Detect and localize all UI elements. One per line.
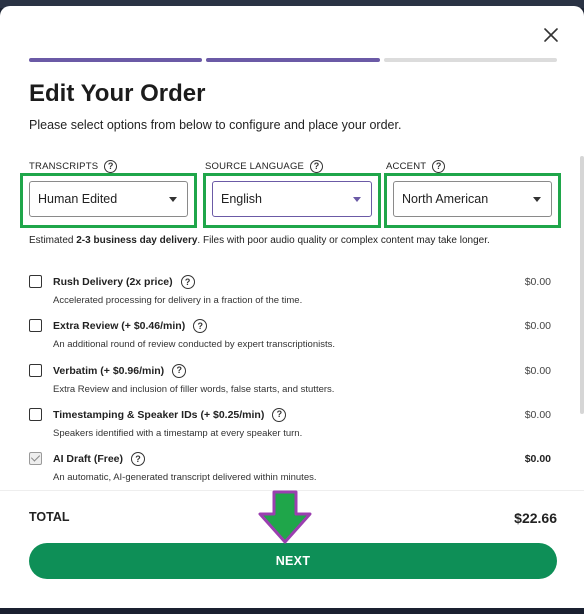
source-language-label: SOURCE LANGUAGE ?: [205, 160, 324, 173]
option-name: Verbatim (+ $0.96/min): [53, 364, 165, 377]
total-value: $22.66: [514, 510, 557, 526]
option-description: Extra Review and inclusion of filler wor…: [53, 383, 335, 395]
option-price: $0.00: [524, 408, 551, 421]
option-rush-delivery: Rush Delivery (2x price) ? Accelerated p…: [29, 268, 551, 312]
ai-draft-checkbox[interactable]: [29, 452, 42, 466]
help-icon[interactable]: ?: [172, 363, 187, 378]
option-name: AI Draft (Free): [53, 453, 124, 466]
option-price: $0.00: [524, 320, 551, 333]
option-extra-review: Extra Review (+ $0.46/min) ? An addition…: [29, 312, 551, 356]
option-price: $0.00: [524, 364, 551, 377]
accent-label: ACCENT ?: [386, 160, 446, 173]
verbatim-checkbox[interactable]: [29, 363, 42, 377]
rush-delivery-checkbox[interactable]: [29, 275, 42, 288]
option-description: An additional round of review conducted …: [53, 339, 335, 351]
chevron-down-icon: [353, 197, 361, 202]
option-timestamping: Timestamping & Speaker IDs (+ $0.25/min)…: [29, 401, 551, 445]
help-icon[interactable]: ?: [193, 319, 208, 334]
option-price: $0.00: [524, 453, 551, 466]
accent-highlight: North American: [384, 173, 561, 228]
option-description: Accelerated processing for delivery in a…: [53, 295, 303, 306]
help-icon[interactable]: ?: [104, 160, 118, 173]
accent-select[interactable]: North American: [393, 181, 552, 217]
option-ai-draft: AI Draft (Free) ? An automatic, AI-gener…: [29, 445, 551, 489]
progress-step-3: [383, 58, 557, 62]
background-bottom-strip: [0, 608, 584, 614]
option-verbatim: Verbatim (+ $0.96/min) ? Extra Review an…: [29, 357, 551, 401]
down-arrow-annotation-icon: [258, 490, 312, 544]
progress-step-1: [29, 58, 203, 62]
option-price: $0.00: [524, 276, 551, 288]
extra-review-checkbox[interactable]: [29, 319, 42, 333]
total-label: TOTAL: [29, 510, 70, 524]
help-icon[interactable]: ?: [131, 452, 146, 467]
close-button[interactable]: [542, 26, 560, 44]
help-icon[interactable]: ?: [310, 160, 324, 173]
next-button[interactable]: NEXT: [29, 543, 557, 579]
progress-step-2: [206, 58, 380, 62]
modal-subtitle: Please select options from below to conf…: [29, 118, 402, 132]
source-language-select[interactable]: English: [212, 181, 372, 217]
option-description: Speakers identified with a timestamp at …: [53, 427, 303, 439]
transcripts-highlight: Human Edited: [20, 173, 197, 228]
transcripts-select[interactable]: Human Edited: [29, 181, 188, 217]
option-name: Extra Review (+ $0.46/min): [53, 320, 186, 333]
help-icon[interactable]: ?: [180, 275, 195, 289]
help-icon[interactable]: ?: [272, 407, 287, 422]
close-icon: [544, 28, 558, 42]
delivery-estimate: Estimated 2-3 business day delivery. Fil…: [29, 235, 490, 246]
modal-title: Edit Your Order: [29, 80, 206, 107]
source-language-highlight: English: [203, 173, 381, 228]
scrollbar[interactable]: [580, 156, 584, 414]
progress-steps: [29, 58, 557, 62]
chevron-down-icon: [533, 197, 541, 202]
help-icon[interactable]: ?: [432, 160, 446, 173]
option-name: Timestamping & Speaker IDs (+ $0.25/min): [53, 408, 265, 421]
add-on-options: Rush Delivery (2x price) ? Accelerated p…: [29, 268, 551, 489]
edit-order-modal: Edit Your Order Please select options fr…: [0, 6, 584, 608]
timestamping-checkbox[interactable]: [29, 407, 42, 421]
chevron-down-icon: [169, 197, 177, 202]
option-description: An automatic, AI-generated transcript de…: [53, 472, 317, 484]
transcripts-label: TRANSCRIPTS ?: [29, 160, 118, 173]
option-name: Rush Delivery (2x price): [53, 276, 173, 288]
